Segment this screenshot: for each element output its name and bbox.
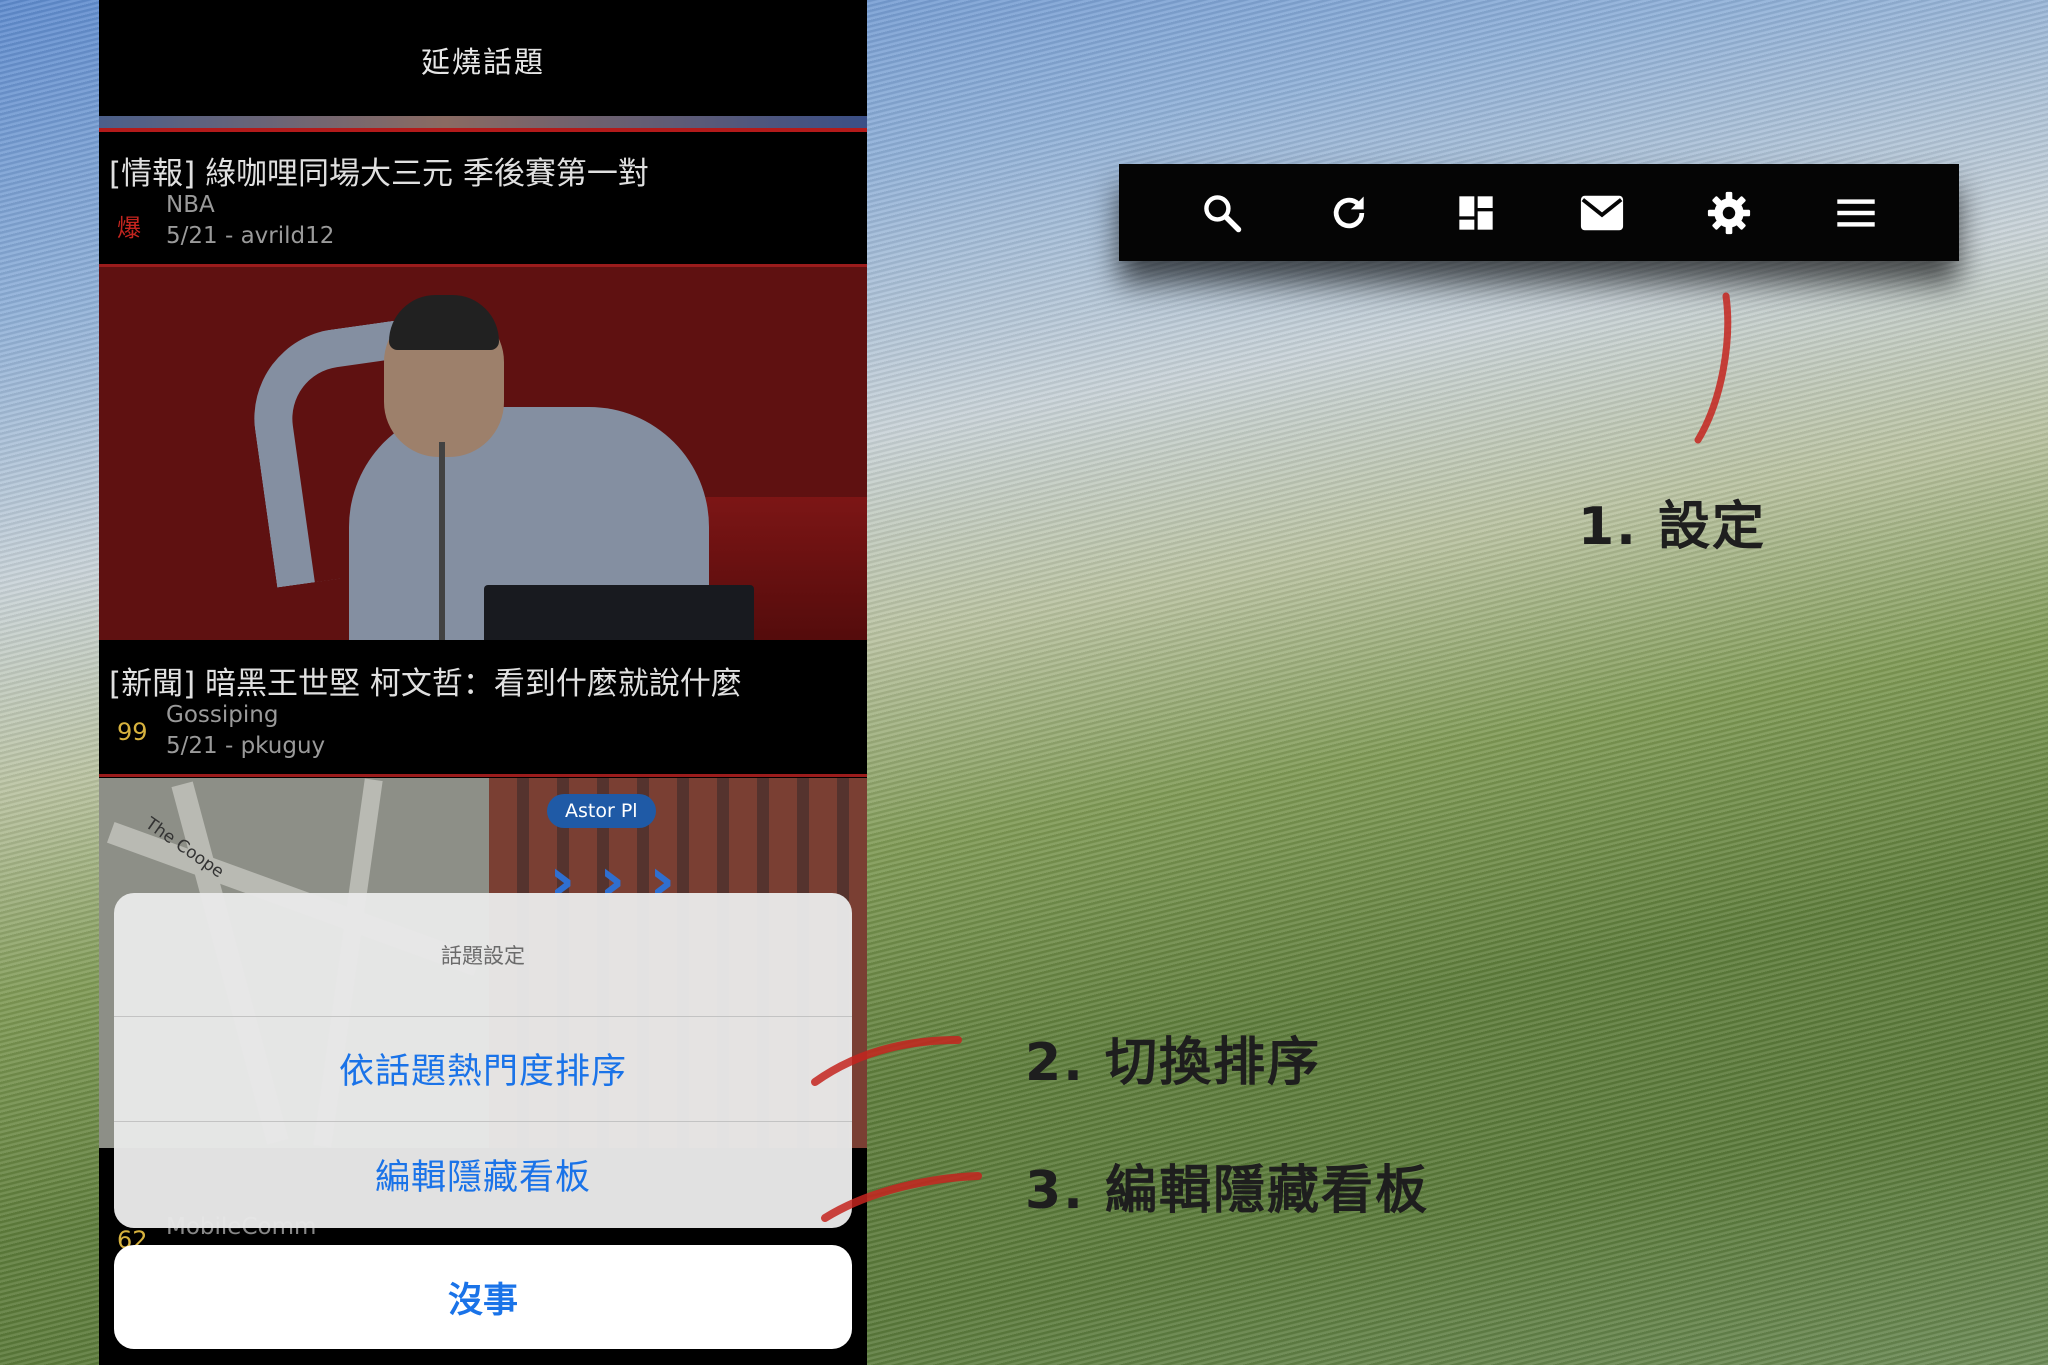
- annotation-settings: 1. 設定: [1578, 497, 1767, 557]
- annotation-sort: 2. 切換排序: [1025, 1033, 1322, 1093]
- callout-stroke: [821, 1172, 982, 1222]
- callout-stroke: [1694, 292, 1732, 444]
- callout-stroke: [811, 1036, 962, 1086]
- annotation-strokes: [811, 292, 1732, 1222]
- annotation-edit-hidden: 3. 編輯隱藏看板: [1025, 1161, 1430, 1221]
